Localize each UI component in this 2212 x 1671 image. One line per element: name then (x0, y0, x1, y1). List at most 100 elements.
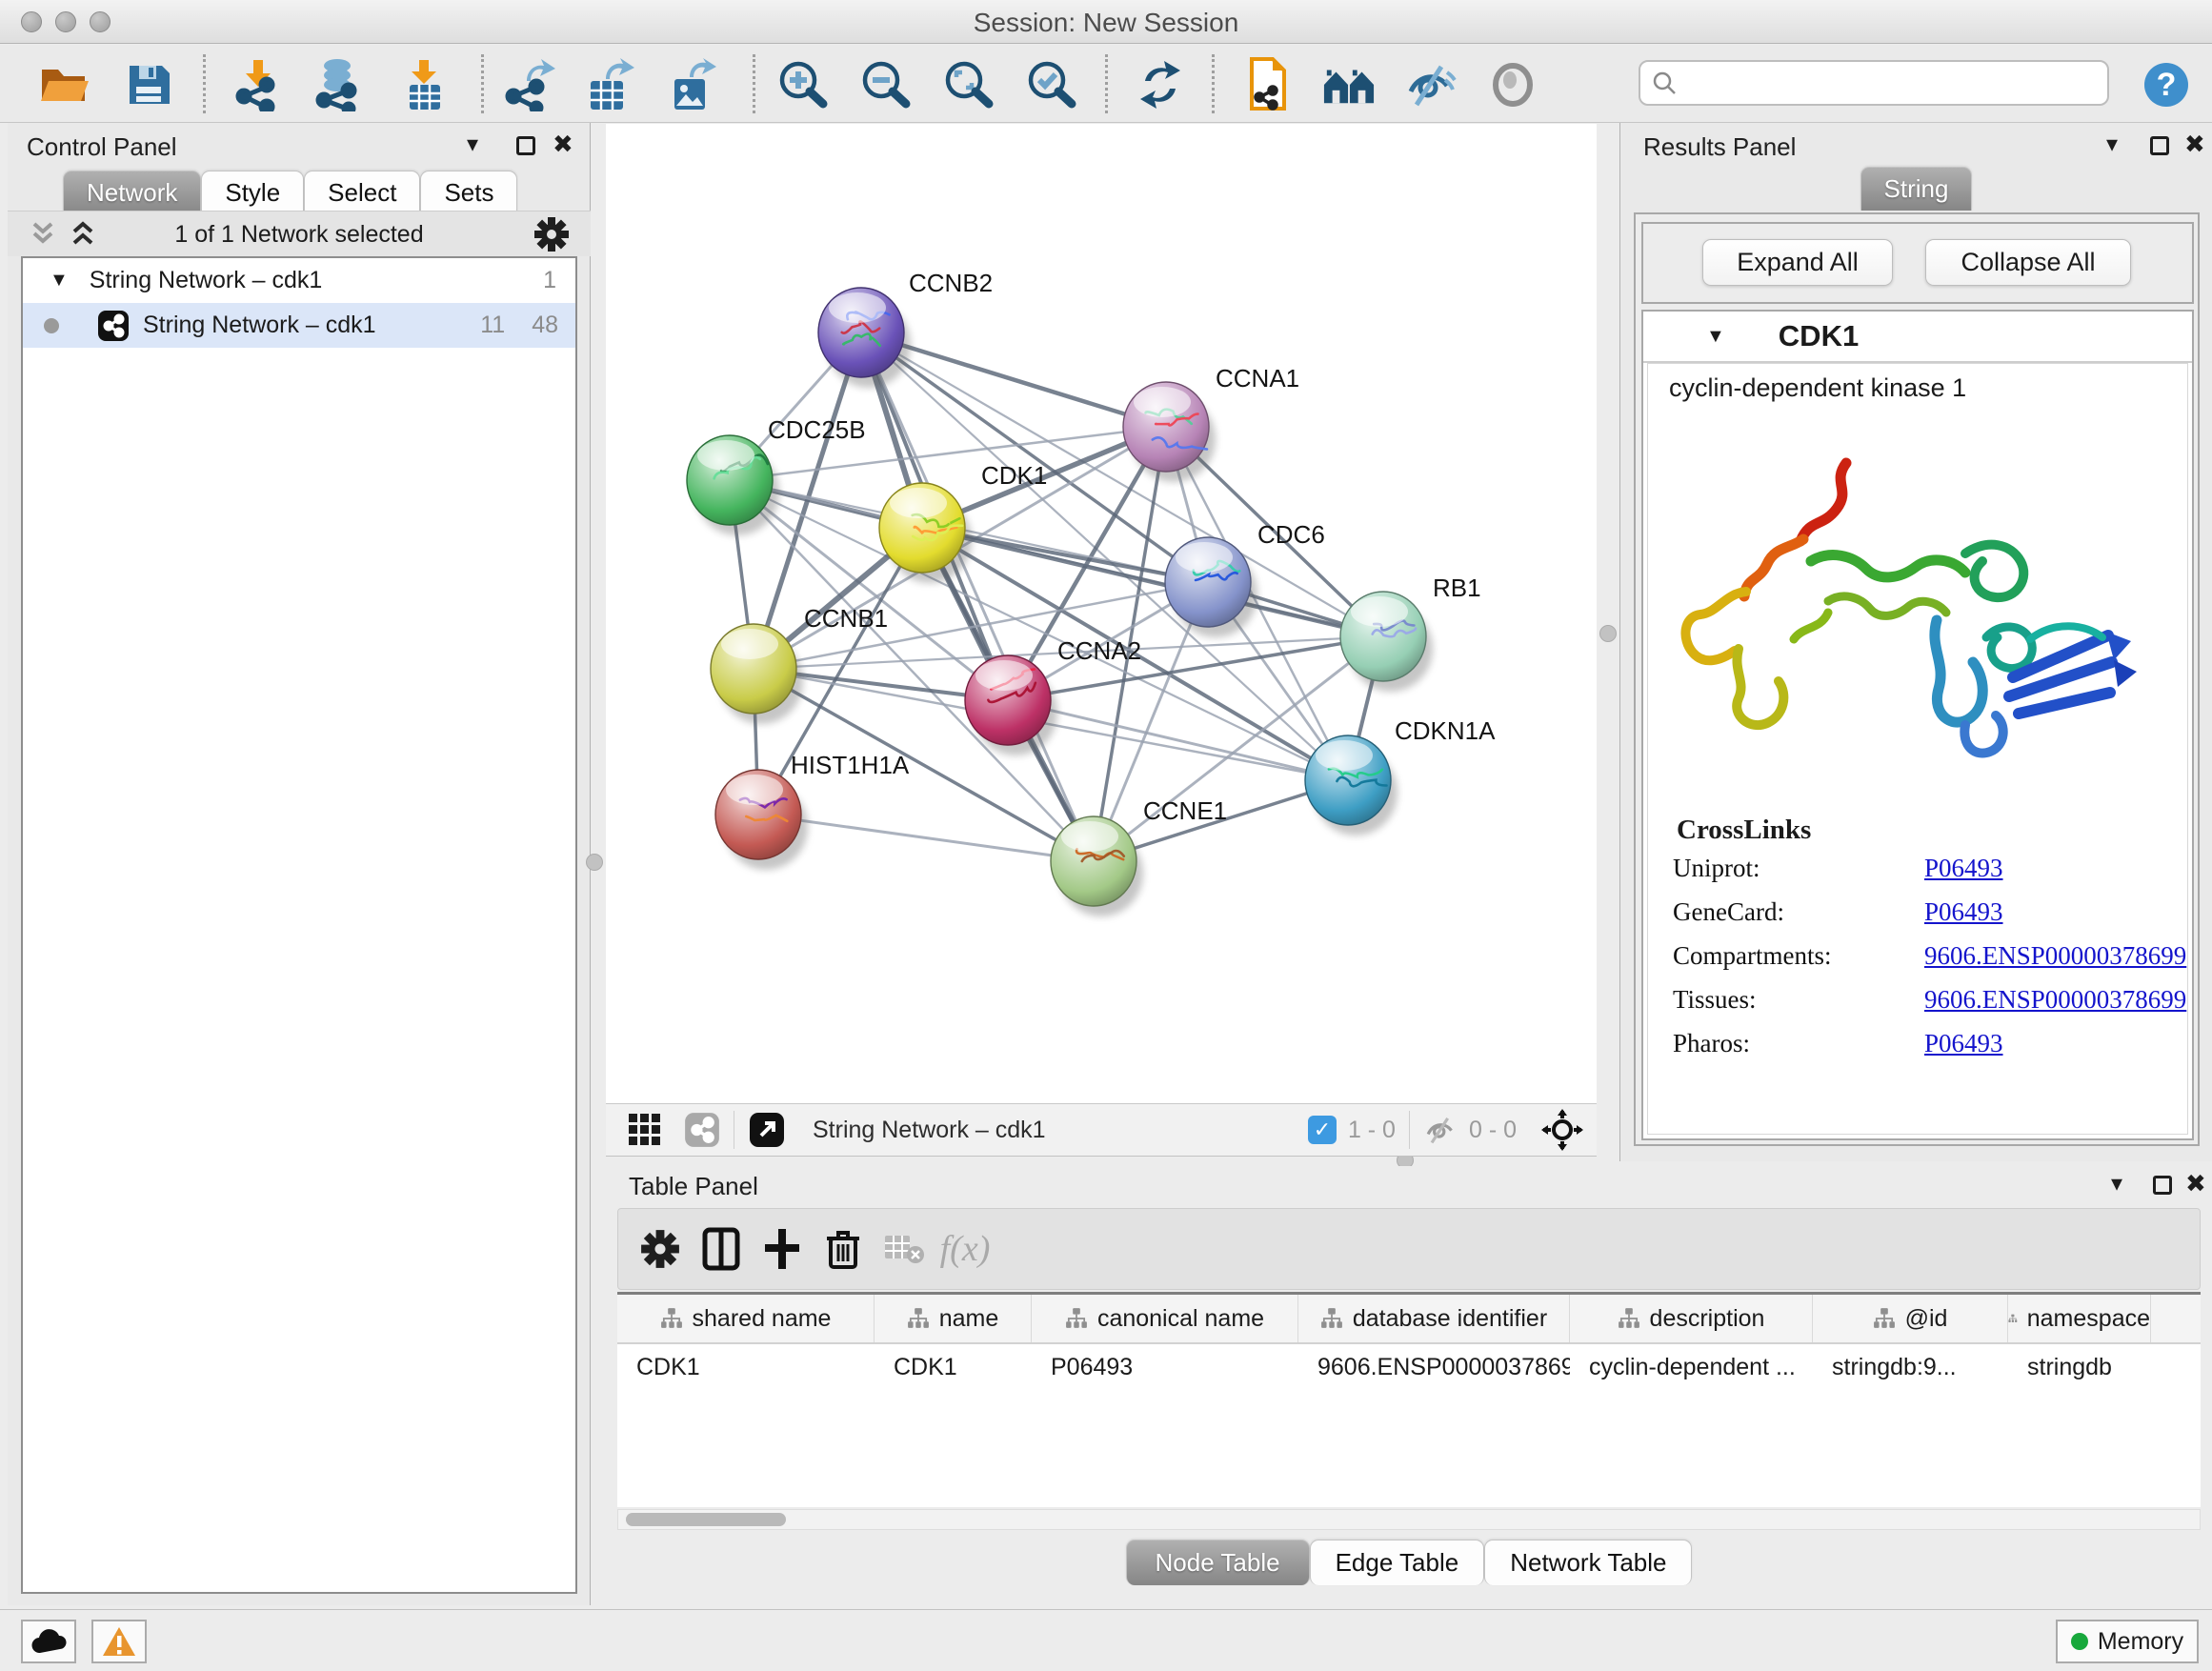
save-session-button[interactable] (122, 58, 175, 111)
toolbar-separator (1212, 54, 1215, 113)
search-input[interactable] (1686, 70, 2096, 96)
zoom-selected-button[interactable] (1025, 58, 1078, 111)
document-network-button[interactable] (1238, 58, 1292, 111)
section-collapse-icon[interactable]: ▼ (1706, 326, 1725, 348)
import-network-from-file-button[interactable] (232, 58, 286, 111)
crosslink-link[interactable]: P06493 (1924, 897, 2003, 927)
expand-all-button[interactable]: Expand All (1702, 239, 1893, 286)
zoom-in-button[interactable] (776, 58, 830, 111)
table-cell[interactable]: stringdb (2008, 1344, 2151, 1390)
network-canvas[interactable]: CCNB2CCNA1CDC25BCDK1CDC6RB1CCNB1CCNA2CDK… (606, 124, 1597, 1103)
fit-content-crosshair-icon[interactable] (1541, 1109, 1583, 1151)
tab-network-table[interactable]: Network Table (1484, 1540, 1692, 1585)
tab-style[interactable]: Style (201, 171, 304, 214)
export-image-button[interactable] (665, 58, 718, 111)
network-edge-HIST1H1A-CCNE1[interactable] (758, 815, 1094, 861)
column-header[interactable]: shared name (617, 1295, 875, 1342)
import-network-from-database-button[interactable] (312, 58, 366, 111)
float-panel-icon[interactable] (2150, 136, 2169, 155)
refresh-button[interactable] (1134, 58, 1187, 111)
network-node-RB1[interactable]: RB1 (1340, 574, 1481, 692)
table-row[interactable]: CDK1CDK1P064939606.ENSP00000378699cyclin… (617, 1344, 2201, 1390)
table-settings-button[interactable] (630, 1218, 691, 1279)
crosslink-row: Compartments:9606.ENSP00000378699 (1648, 934, 2187, 977)
tab-sets[interactable]: Sets (420, 171, 517, 214)
table-cell[interactable]: CDK1 (617, 1344, 875, 1390)
gear-icon[interactable] (533, 216, 570, 252)
column-header[interactable]: database identifier (1298, 1295, 1570, 1342)
network-row-selected[interactable]: String Network – cdk1 11 48 (23, 303, 575, 348)
splitter-handle[interactable] (1599, 625, 1617, 642)
delete-column-button[interactable] (813, 1218, 874, 1279)
network-node-CDKN1A[interactable]: CDKN1A (1305, 716, 1496, 836)
warnings-button[interactable] (91, 1620, 147, 1663)
tab-node-table[interactable]: Node Table (1126, 1540, 1310, 1585)
show-columns-button[interactable] (691, 1218, 752, 1279)
eye-button[interactable] (1486, 58, 1539, 111)
zoom-fit-button[interactable] (942, 58, 995, 111)
close-panel-icon[interactable]: ✖ (2185, 1170, 2206, 1198)
crosslink-link[interactable]: P06493 (1924, 854, 2003, 883)
horizontal-scrollbar[interactable] (617, 1509, 2201, 1530)
close-panel-icon[interactable]: ✖ (2184, 131, 2205, 159)
grid-view-icon[interactable] (627, 1112, 663, 1148)
toolbar-separator (203, 54, 206, 113)
export-network-button[interactable] (503, 58, 556, 111)
table-cell[interactable]: CDK1 (875, 1344, 1032, 1390)
float-panel-icon[interactable] (516, 136, 535, 155)
collapse-all-button[interactable]: Collapse All (1925, 239, 2131, 286)
collapse-panel-icon[interactable]: ▾ (2106, 131, 2118, 158)
birds-eye-view-icon[interactable] (748, 1111, 786, 1149)
column-header[interactable]: description (1570, 1295, 1813, 1342)
column-header[interactable]: canonical name (1032, 1295, 1298, 1342)
selected-checkbox-icon[interactable]: ✓ (1308, 1116, 1337, 1144)
column-header[interactable]: namespace (2008, 1295, 2151, 1342)
table-cell[interactable]: cyclin-dependent ... (1570, 1344, 1813, 1390)
splitter-handle[interactable] (586, 854, 603, 871)
network-share-gray-icon[interactable] (684, 1112, 720, 1148)
close-panel-icon[interactable]: ✖ (553, 131, 573, 159)
open-session-button[interactable] (38, 58, 91, 111)
collapse-panel-icon[interactable]: ▾ (2111, 1170, 2122, 1198)
column-header[interactable]: @id (1813, 1295, 2008, 1342)
crosslink-link[interactable]: 9606.ENSP00000378699 (1924, 941, 2186, 971)
network-edge-CCNB2-RB1[interactable] (861, 332, 1383, 636)
add-column-button[interactable] (752, 1218, 813, 1279)
hidden-eye-icon[interactable] (1423, 1115, 1458, 1145)
memory-button[interactable]: Memory (2056, 1620, 2199, 1663)
tree-expand-icon[interactable]: ▼ (50, 270, 69, 292)
tab-string[interactable]: String (1860, 167, 1973, 211)
delete-table-button[interactable] (874, 1218, 935, 1279)
function-builder-button[interactable]: f(x) (935, 1218, 995, 1279)
network-node-HIST1H1A[interactable]: HIST1H1A (715, 751, 910, 870)
search-field[interactable] (1639, 60, 2109, 106)
import-table-button[interactable] (398, 58, 452, 111)
network-node-CDC6[interactable]: CDC6 (1165, 520, 1325, 637)
network-node-CCNA1[interactable]: CCNA1 (1123, 364, 1299, 482)
tab-edge-table[interactable]: Edge Table (1310, 1540, 1485, 1585)
network-edge-CCNB2-CCNE1[interactable] (861, 332, 1094, 861)
collapse-panel-icon[interactable]: ▾ (467, 131, 478, 158)
crosslink-link[interactable]: 9606.ENSP00000378699 (1924, 985, 2186, 1015)
network-edge-CCNA2-CDKN1A[interactable] (1008, 700, 1348, 780)
tab-network[interactable]: Network (63, 171, 201, 214)
zoom-out-button[interactable] (859, 58, 913, 111)
table-cell[interactable]: stringdb:9... (1813, 1344, 2008, 1390)
houses-button[interactable] (1322, 58, 1376, 111)
network-collection-row[interactable]: ▼ String Network – cdk1 1 (23, 258, 575, 303)
export-table-button[interactable] (583, 58, 636, 111)
table-cell[interactable]: 9606.ENSP00000378699 (1298, 1344, 1570, 1390)
column-header[interactable]: name (875, 1295, 1032, 1342)
crosslink-link[interactable]: P06493 (1924, 1029, 2003, 1058)
float-panel-icon[interactable] (2153, 1176, 2172, 1195)
scrollbar-thumb[interactable] (626, 1513, 786, 1526)
hide-eye-button[interactable] (1403, 58, 1457, 111)
cdk1-section-header[interactable]: ▼ CDK1 (1643, 312, 2192, 363)
crosslink-row: Pharos:P06493 (1648, 1021, 2187, 1065)
network-node-CCNB2[interactable]: CCNB2 (818, 269, 993, 388)
help-button[interactable]: ? (2140, 58, 2193, 111)
cloud-status-button[interactable] (21, 1620, 76, 1663)
table-cell[interactable]: P06493 (1032, 1344, 1298, 1390)
tab-select[interactable]: Select (304, 171, 420, 214)
network-node-CCNE1[interactable]: CCNE1 (1051, 796, 1227, 916)
